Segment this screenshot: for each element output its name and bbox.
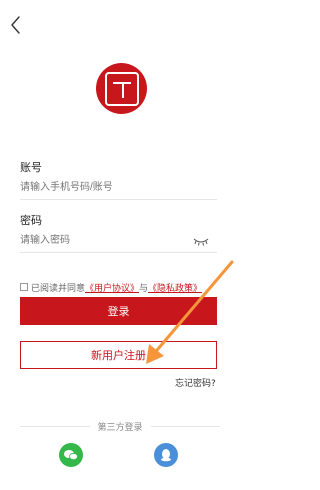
seal-logo-icon [96, 63, 147, 114]
agreement-row: 已阅读并同意 《用户协议》 与 《隐私政策》 [20, 280, 220, 294]
third-party-divider: 第三方登录 [20, 420, 221, 433]
agreement-and: 与 [139, 283, 149, 294]
password-input[interactable] [20, 233, 190, 249]
account-underline [20, 199, 217, 200]
privacy-policy-link[interactable]: 《隐私政策》 [148, 281, 202, 294]
agree-checkbox[interactable] [20, 283, 28, 291]
qq-icon[interactable] [154, 443, 178, 467]
back-chevron-icon[interactable] [8, 14, 24, 36]
seal-glyph [104, 71, 139, 106]
divider-line-right [150, 425, 221, 427]
divider-line-left [20, 425, 90, 427]
eye-closed-icon[interactable] [193, 236, 209, 246]
wechat-icon[interactable] [59, 443, 83, 467]
user-agreement-link[interactable]: 《用户协议》 [85, 281, 139, 294]
password-underline [20, 252, 217, 253]
forgot-password-link[interactable]: 忘记密码? [175, 376, 216, 389]
account-label: 账号 [20, 161, 42, 174]
agreement-prefix: 已阅读并同意 [31, 283, 86, 294]
register-button[interactable]: 新用户注册 [20, 341, 217, 369]
account-input[interactable] [20, 180, 190, 196]
login-button[interactable]: 登录 [20, 297, 217, 325]
third-party-label: 第三方登录 [97, 422, 143, 433]
password-label: 密码 [20, 214, 42, 227]
